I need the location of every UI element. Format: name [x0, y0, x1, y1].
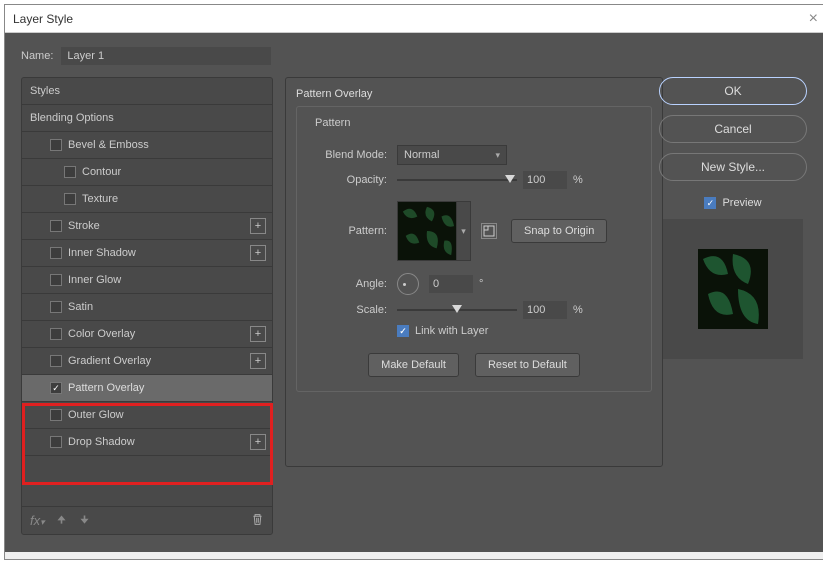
pattern-overlay-panel: Pattern Overlay Pattern Blend Mode: Norm… [285, 77, 663, 467]
new-pattern-icon[interactable] [481, 223, 497, 239]
add-icon[interactable]: + [250, 326, 266, 342]
add-icon[interactable]: + [250, 245, 266, 261]
blending-options-row[interactable]: Blending Options [22, 105, 272, 132]
styles-list: Styles Blending Options Bevel & Emboss C… [21, 77, 273, 535]
checkbox-icon[interactable] [50, 355, 62, 367]
name-label: Name: [21, 50, 53, 62]
preview-label: Preview [722, 197, 761, 209]
arrow-down-icon[interactable] [78, 513, 91, 529]
outer-glow-row[interactable]: Outer Glow [22, 402, 272, 429]
checkbox-icon[interactable] [50, 301, 62, 313]
titlebar: Layer Style × [5, 5, 823, 33]
texture-row[interactable]: Texture [22, 186, 272, 213]
checkbox-icon[interactable] [50, 139, 62, 151]
reset-default-button[interactable]: Reset to Default [475, 353, 580, 377]
checkbox-icon[interactable] [64, 193, 76, 205]
color-overlay-row[interactable]: Color Overlay+ [22, 321, 272, 348]
link-with-layer-label: Link with Layer [415, 325, 488, 337]
angle-unit: ° [479, 278, 483, 290]
blend-mode-dropdown[interactable]: Normal▾ [397, 145, 507, 165]
angle-input[interactable] [429, 275, 473, 293]
layer-style-dialog: Layer Style × Name: Styles Blending Opti… [4, 4, 823, 560]
checkbox-icon[interactable] [50, 274, 62, 286]
checkbox-icon[interactable] [50, 409, 62, 421]
trash-icon[interactable] [251, 513, 264, 529]
close-icon[interactable]: × [809, 10, 818, 28]
cancel-button[interactable]: Cancel [659, 115, 807, 143]
scale-slider[interactable] [397, 304, 517, 316]
opacity-slider[interactable] [397, 174, 517, 186]
styles-header[interactable]: Styles [22, 78, 272, 105]
add-icon[interactable]: + [250, 353, 266, 369]
pattern-dropdown-caret[interactable]: ▾ [457, 201, 471, 261]
pattern-thumbnail[interactable] [397, 201, 457, 261]
arrow-up-icon[interactable] [55, 513, 68, 529]
checkbox-icon[interactable] [50, 220, 62, 232]
checkbox-icon[interactable] [50, 328, 62, 340]
drop-shadow-row[interactable]: Drop Shadow+ [22, 429, 272, 456]
dialog-title: Layer Style [13, 12, 73, 26]
scale-label: Scale: [307, 304, 387, 316]
scale-input[interactable] [523, 301, 567, 319]
snap-to-origin-button[interactable]: Snap to Origin [511, 219, 607, 243]
stroke-row[interactable]: Stroke+ [22, 213, 272, 240]
opacity-input[interactable] [523, 171, 567, 189]
new-style-button[interactable]: New Style... [659, 153, 807, 181]
inner-shadow-row[interactable]: Inner Shadow+ [22, 240, 272, 267]
opacity-label: Opacity: [307, 174, 387, 186]
satin-row[interactable]: Satin [22, 294, 272, 321]
checkbox-icon[interactable] [50, 436, 62, 448]
opacity-unit: % [573, 174, 583, 186]
make-default-button[interactable]: Make Default [368, 353, 459, 377]
contour-row[interactable]: Contour [22, 159, 272, 186]
chevron-down-icon: ▾ [495, 150, 500, 161]
blend-mode-label: Blend Mode: [307, 149, 387, 161]
scale-unit: % [573, 304, 583, 316]
angle-dial[interactable] [397, 273, 419, 295]
link-with-layer-checkbox[interactable]: ✓ [397, 325, 409, 337]
ok-button[interactable]: OK [659, 77, 807, 105]
checkbox-icon[interactable] [64, 166, 76, 178]
angle-label: Angle: [307, 278, 387, 290]
add-icon[interactable]: + [250, 218, 266, 234]
gradient-overlay-row[interactable]: Gradient Overlay+ [22, 348, 272, 375]
fx-icon[interactable]: fx▾ [30, 513, 45, 528]
add-icon[interactable]: + [250, 434, 266, 450]
pattern-overlay-row[interactable]: Pattern Overlay [22, 375, 272, 402]
layer-name-input[interactable] [61, 47, 271, 65]
checkbox-icon[interactable] [50, 247, 62, 259]
inner-glow-row[interactable]: Inner Glow [22, 267, 272, 294]
group-title: Pattern [311, 117, 354, 129]
bevel-emboss-row[interactable]: Bevel & Emboss [22, 132, 272, 159]
preview-thumbnail [663, 219, 803, 359]
panel-title: Pattern Overlay [296, 88, 652, 100]
checkbox-icon[interactable] [50, 382, 62, 394]
preview-checkbox[interactable]: ✓ [704, 197, 716, 209]
pattern-label: Pattern: [307, 225, 387, 237]
